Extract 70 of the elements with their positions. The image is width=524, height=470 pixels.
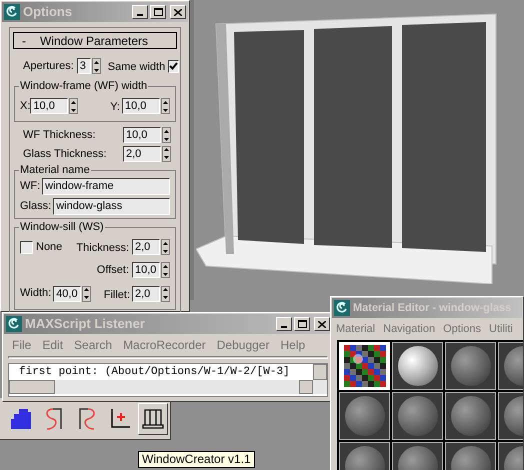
field-label: Width: xyxy=(20,286,52,302)
number-field[interactable]: 40,0 xyxy=(53,286,82,302)
field-label: Apertures: xyxy=(23,58,74,74)
number-field[interactable]: 2,0 xyxy=(132,286,160,302)
spinner-arrows[interactable] xyxy=(161,262,170,278)
spinner-arrows[interactable] xyxy=(161,286,170,302)
number-field[interactable]: 10,0 xyxy=(132,262,160,278)
minimize-button[interactable] xyxy=(276,317,292,331)
number-field[interactable]: 10,0 xyxy=(122,98,160,114)
number-field[interactable]: 2,0 xyxy=(123,146,161,162)
collapse-toggle[interactable]: - xyxy=(22,32,40,50)
rollout-title: Window Parameters xyxy=(40,32,149,50)
app-logo-icon xyxy=(4,4,20,20)
tooltip: WindowCreator v1.1 xyxy=(138,451,255,468)
field-label: Same width xyxy=(108,61,166,73)
grid-icon xyxy=(11,408,31,430)
material-slot[interactable] xyxy=(392,342,443,390)
text-field[interactable]: window-frame xyxy=(42,178,170,195)
output-text: first point: (About/Options/W-1/W-2/[W-3] xyxy=(18,365,291,380)
close-icon xyxy=(318,320,326,328)
maximize-button[interactable] xyxy=(294,317,310,331)
field-label: WF Thickness: xyxy=(23,128,96,143)
window-title: Options xyxy=(23,3,72,22)
window-title: MAXScript Listener xyxy=(25,315,145,334)
spinner-arrows[interactable] xyxy=(161,98,170,114)
group-title: Window-sill (WS) xyxy=(19,221,105,234)
sphere-preview xyxy=(398,346,438,386)
number-field[interactable]: 3 xyxy=(76,58,91,74)
rollout-header[interactable]: - Window Parameters xyxy=(13,32,177,49)
sphere-preview xyxy=(450,396,490,436)
field-label: Y: xyxy=(110,101,120,113)
group-title: Window-frame (WF) width xyxy=(19,80,148,93)
close-button[interactable] xyxy=(314,317,330,331)
field-label: Fillet: xyxy=(104,288,130,300)
horizontal-scrollbar[interactable] xyxy=(9,380,327,394)
toolbar-button[interactable] xyxy=(138,402,168,434)
spinner-arrows[interactable] xyxy=(162,146,171,162)
curve-icon xyxy=(45,406,63,430)
sphere-preview xyxy=(450,346,490,386)
spinner-arrows[interactable] xyxy=(92,58,101,74)
field-label: Offset: xyxy=(96,263,129,278)
app-logo-icon xyxy=(334,300,350,316)
field-label: WF: xyxy=(20,179,40,194)
close-icon xyxy=(174,8,182,16)
sphere-preview xyxy=(398,396,438,436)
checker-sphere-preview xyxy=(344,345,386,387)
checkbox[interactable] xyxy=(168,60,180,72)
sphere-preview xyxy=(344,396,384,436)
field-label: X: xyxy=(20,98,30,114)
number-field[interactable]: 10,0 xyxy=(30,98,68,114)
number-field[interactable]: 2,0 xyxy=(132,239,160,255)
field-label: Thickness: xyxy=(76,242,129,254)
text-field[interactable]: window-glass xyxy=(53,198,170,215)
checkbox[interactable] xyxy=(20,240,33,254)
spinner-arrows[interactable] xyxy=(161,239,170,255)
window-icon xyxy=(142,408,164,428)
app-logo-icon xyxy=(6,316,22,332)
spinner-arrows[interactable] xyxy=(82,286,92,302)
vertical-scrollbar[interactable] xyxy=(313,364,327,380)
number-field[interactable]: 10,0 xyxy=(123,127,161,144)
minimize-button[interactable] xyxy=(132,5,148,19)
spinner-arrows[interactable] xyxy=(69,98,78,114)
close-button[interactable] xyxy=(170,5,186,19)
curve-icon xyxy=(78,406,96,430)
spinner-arrows[interactable] xyxy=(162,127,171,144)
maximize-button[interactable] xyxy=(150,5,166,19)
field-label: Glass: xyxy=(20,199,52,214)
axis-icon xyxy=(109,408,131,430)
field-label: None xyxy=(36,240,62,255)
field-label: Glass Thickness: xyxy=(23,146,107,162)
